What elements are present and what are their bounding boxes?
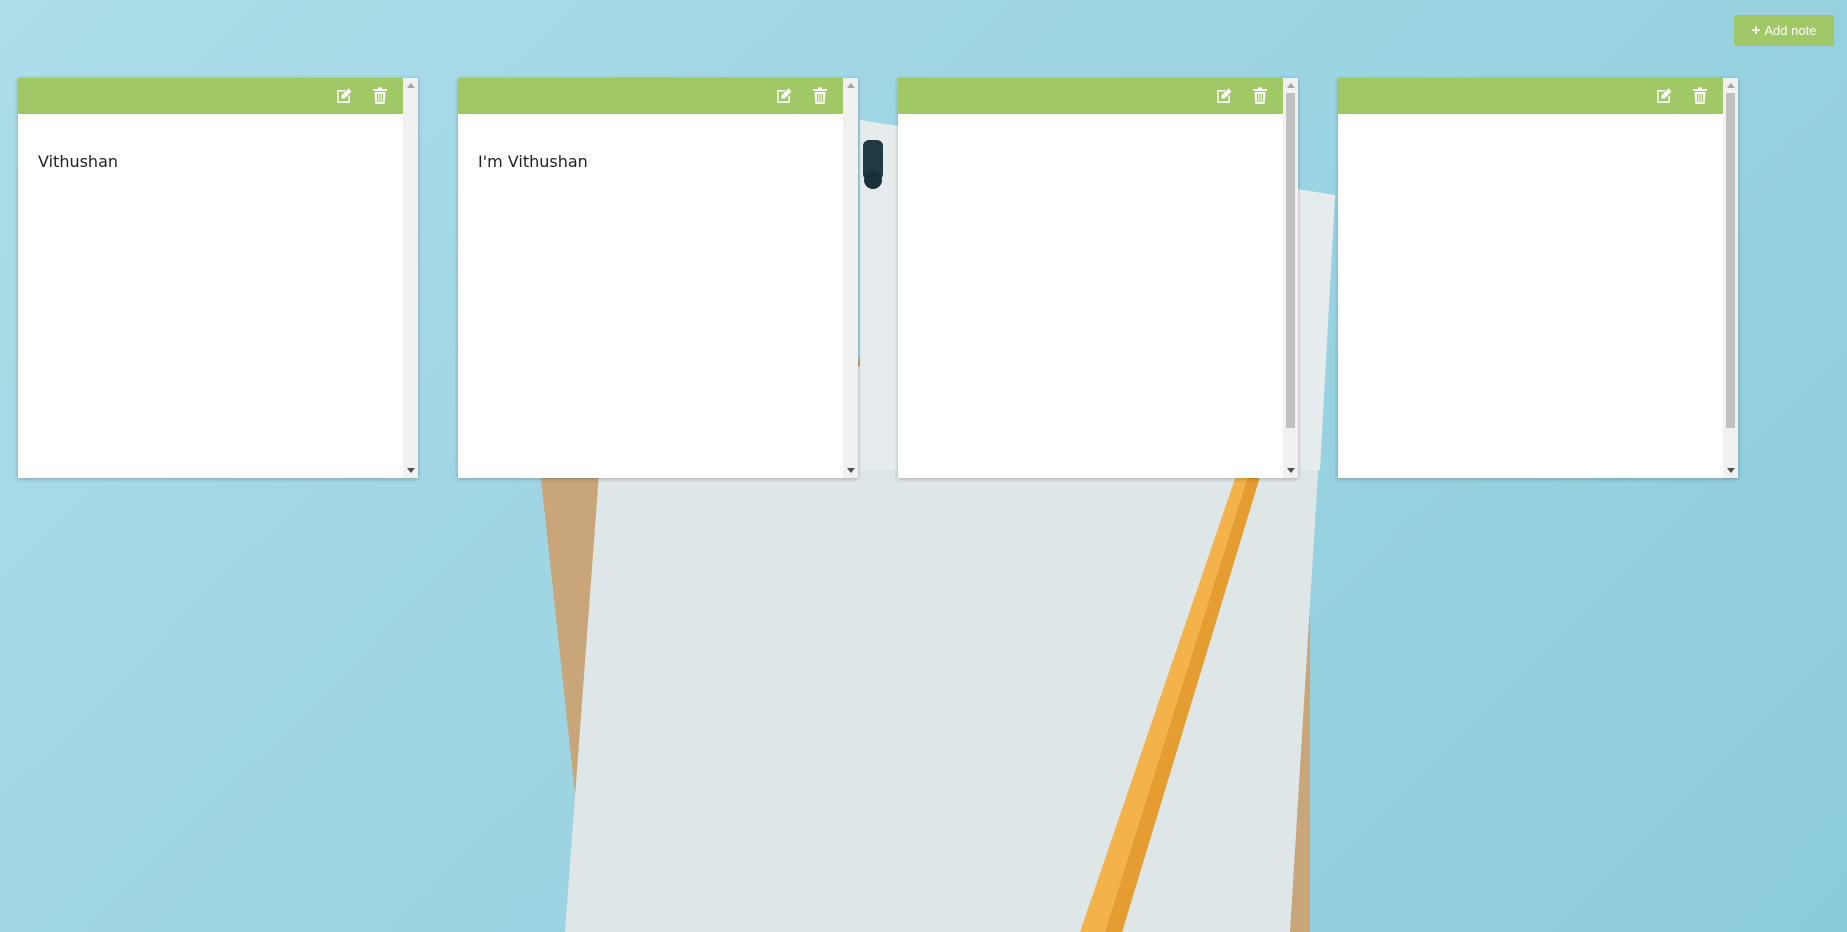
note-text[interactable]: I'm Vithushan [478,152,588,171]
note-scrollbar[interactable] [403,78,418,478]
edit-icon[interactable] [1215,87,1233,105]
note-header [458,78,843,114]
note-card[interactable] [898,78,1298,478]
edit-icon[interactable] [1655,87,1673,105]
note-text[interactable]: Vithushan [38,152,118,171]
add-note-button[interactable]: + Add note [1734,15,1834,46]
edit-icon[interactable] [775,87,793,105]
add-note-label: Add note [1764,23,1817,38]
note-header [1338,78,1723,114]
scroll-thumb[interactable] [1726,93,1735,428]
scroll-down-arrow[interactable] [407,468,415,473]
plus-icon: + [1751,22,1761,39]
scroll-up-arrow[interactable] [1287,83,1295,88]
scroll-down-arrow[interactable] [1727,468,1735,473]
scroll-down-arrow[interactable] [1287,468,1295,473]
note-scrollbar[interactable] [1723,78,1738,478]
note-header [18,78,403,114]
note-card[interactable]: Vithushan [18,78,418,478]
trash-icon[interactable] [1251,87,1269,105]
trash-icon[interactable] [811,87,829,105]
scroll-thumb[interactable] [1286,93,1295,428]
trash-icon[interactable] [371,87,389,105]
note-card[interactable]: I'm Vithushan [458,78,858,478]
note-scrollbar[interactable] [1283,78,1298,478]
scroll-up-arrow[interactable] [847,83,855,88]
note-card[interactable] [1338,78,1738,478]
scroll-down-arrow[interactable] [847,468,855,473]
note-scrollbar[interactable] [843,78,858,478]
scroll-up-arrow[interactable] [407,83,415,88]
note-header [898,78,1283,114]
scroll-up-arrow[interactable] [1727,83,1735,88]
trash-icon[interactable] [1691,87,1709,105]
edit-icon[interactable] [335,87,353,105]
